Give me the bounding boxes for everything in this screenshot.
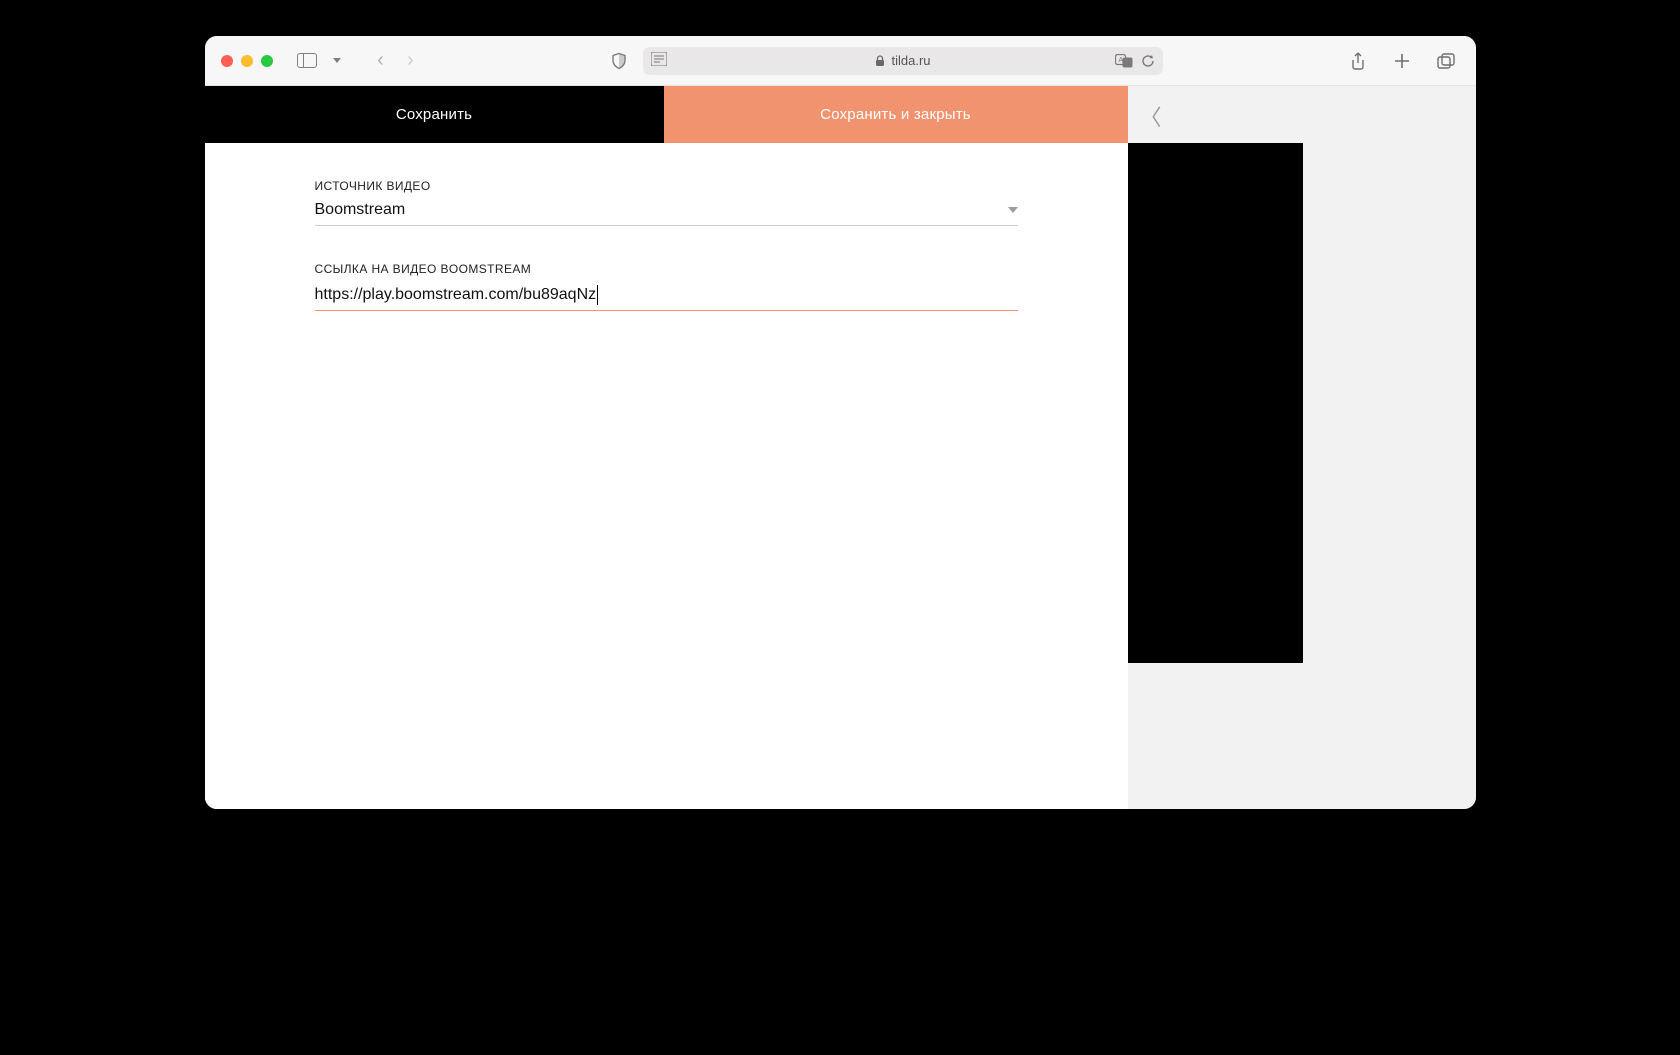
address-bar-area: tilda.ru A <box>435 47 1334 75</box>
video-link-field: ССЫЛКА НА ВИДЕО BOOMSTREAM https://play.… <box>315 262 1018 311</box>
refresh-icon[interactable] <box>1141 54 1155 68</box>
svg-text:A: A <box>1119 57 1124 64</box>
nav-buttons: ‹ › <box>367 47 425 75</box>
lock-icon <box>875 55 885 67</box>
sidebar-toggle-group <box>293 47 351 75</box>
save-and-close-button-label: Сохранить и закрыть <box>820 106 971 123</box>
new-tab-button[interactable] <box>1388 47 1416 75</box>
settings-editor-panel: Сохранить Сохранить и закрыть ИСТОЧНИК В… <box>205 86 1128 809</box>
chevron-down-icon <box>333 58 341 63</box>
sidebar-icon <box>297 53 317 68</box>
video-link-input[interactable] <box>315 284 1018 311</box>
forward-button[interactable]: › <box>397 47 425 75</box>
video-source-value: Boomstream <box>315 201 406 219</box>
show-tabs-button[interactable] <box>1432 47 1460 75</box>
plus-icon <box>1394 53 1410 69</box>
url-display: tilda.ru <box>875 53 930 68</box>
page-content: 〈 Сохранить Сохранить и закрыть ИСТОЧНИК… <box>205 86 1476 809</box>
editor-body: ИСТОЧНИК ВИДЕО Boomstream ССЫЛКА НА ВИДЕ… <box>205 143 1128 809</box>
chevron-down-icon <box>1008 207 1018 213</box>
browser-toolbar: ‹ › tilda.ru A <box>205 36 1476 86</box>
share-icon <box>1350 52 1366 70</box>
privacy-shield-button[interactable] <box>605 47 633 75</box>
toolbar-right <box>1344 47 1460 75</box>
share-button[interactable] <box>1344 47 1372 75</box>
safari-window: ‹ › tilda.ru A <box>205 36 1476 809</box>
panel-back-button[interactable]: 〈 <box>1140 100 1162 132</box>
tabs-icon <box>1437 53 1455 69</box>
save-button-label: Сохранить <box>396 106 472 123</box>
video-source-label: ИСТОЧНИК ВИДЕО <box>315 179 1018 193</box>
shield-icon <box>611 52 627 70</box>
text-caret <box>597 285 598 305</box>
save-and-close-button[interactable]: Сохранить и закрыть <box>664 86 1128 143</box>
translate-icon[interactable]: A <box>1115 54 1133 68</box>
url-host-text: tilda.ru <box>891 53 930 68</box>
sidebar-toggle-button[interactable] <box>293 47 321 75</box>
preview-stage-backdrop <box>1128 143 1303 663</box>
save-button[interactable]: Сохранить <box>205 86 664 143</box>
close-window-button[interactable] <box>221 55 233 67</box>
back-button[interactable]: ‹ <box>367 47 395 75</box>
address-bar[interactable]: tilda.ru A <box>643 47 1163 75</box>
video-link-input-wrap: https://play.boomstream.com/bu89aqNz <box>315 284 1018 311</box>
sidebar-menu-button[interactable] <box>323 47 351 75</box>
video-source-select[interactable]: Boomstream <box>315 201 1018 226</box>
address-bar-right-icons: A <box>1115 54 1155 68</box>
minimize-window-button[interactable] <box>241 55 253 67</box>
editor-header: Сохранить Сохранить и закрыть <box>205 86 1128 143</box>
fullscreen-window-button[interactable] <box>261 55 273 67</box>
window-controls <box>221 55 273 67</box>
video-link-label: ССЫЛКА НА ВИДЕО BOOMSTREAM <box>315 262 1018 276</box>
reader-icon <box>651 52 667 69</box>
video-source-field: ИСТОЧНИК ВИДЕО Boomstream <box>315 179 1018 226</box>
